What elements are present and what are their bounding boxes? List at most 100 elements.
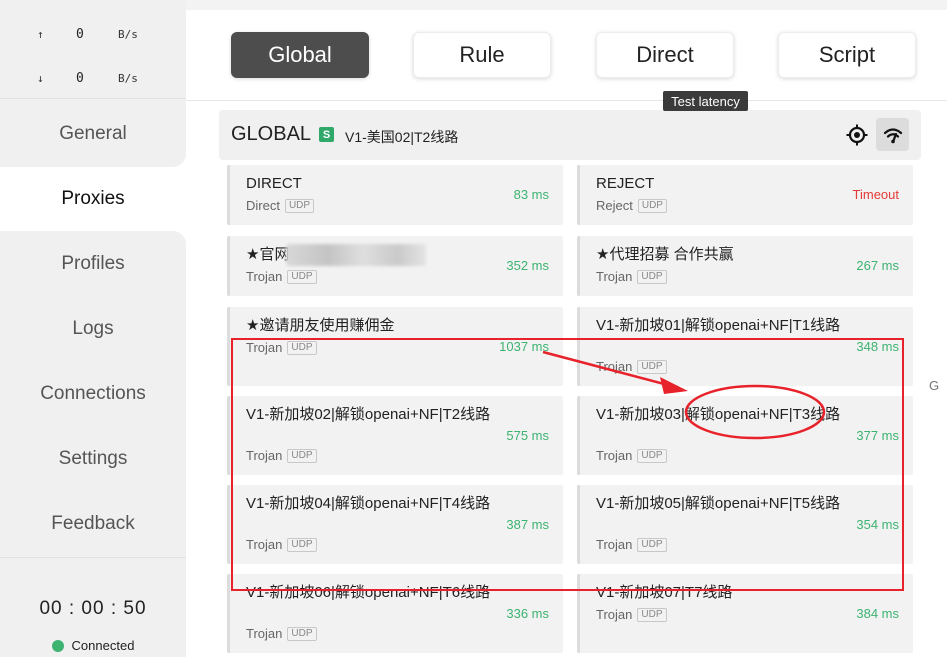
udp-badge: UDP xyxy=(637,359,667,374)
proxy-type: Direct xyxy=(246,198,280,213)
proxy-type: Trojan xyxy=(596,537,633,552)
udp-badge: UDP xyxy=(287,340,317,355)
proxy-type-row: Reject UDP xyxy=(596,198,667,213)
sidebar-divider-bottom xyxy=(0,557,186,558)
proxy-card[interactable]: ★官网 Trojan UDP 352 ms xyxy=(227,236,563,296)
proxy-card[interactable]: V1-新加坡04|解锁openai+NF|T4线路 Trojan UDP 387 ms xyxy=(227,485,563,564)
upload-speed-row: ↑ 0 B/s xyxy=(0,20,186,48)
proxy-latency[interactable]: 352 ms xyxy=(506,258,549,273)
clash-window: ↑ 0 B/s ↓ 0 B/s General Proxies Profiles… xyxy=(0,0,947,657)
proxy-card[interactable]: REJECT Reject UDP Timeout xyxy=(577,165,913,225)
proxy-card[interactable]: V1-新加坡06|解锁openai+NF|T6线路 Trojan UDP 336 ms xyxy=(227,574,563,653)
download-value: 0 xyxy=(76,70,84,86)
proxy-latency[interactable]: 267 ms xyxy=(856,258,899,273)
proxy-type-row: Trojan UDP xyxy=(246,537,317,552)
proxy-name: REJECT xyxy=(596,175,655,192)
sidebar-divider xyxy=(0,98,186,99)
proxy-type: Trojan xyxy=(596,448,633,463)
proxy-card[interactable]: ★邀请朋友使用赚佣金 Trojan UDP 1037 ms xyxy=(227,307,563,386)
proxy-card[interactable]: DIRECT Direct UDP 83 ms xyxy=(227,165,563,225)
proxy-name: V1-新加坡04|解锁openai+NF|T4线路 xyxy=(246,495,491,512)
proxy-type: Trojan xyxy=(596,269,633,284)
group-type-badge: S xyxy=(319,127,334,142)
mode-direct-button[interactable]: Direct xyxy=(596,32,734,78)
download-unit: B/s xyxy=(118,71,138,85)
connection-status: Connected xyxy=(0,638,186,653)
mode-script-button[interactable]: Script xyxy=(778,32,916,78)
proxy-latency[interactable]: Timeout xyxy=(853,187,899,202)
proxy-latency[interactable]: 575 ms xyxy=(506,428,549,443)
proxy-group-header[interactable]: GLOBAL S V1-美国02|T2线路 xyxy=(219,110,921,160)
group-title: GLOBAL xyxy=(231,123,312,145)
proxy-latency[interactable]: 336 ms xyxy=(506,606,549,621)
proxy-name: ★邀请朋友使用赚佣金 xyxy=(246,317,395,334)
udp-badge: UDP xyxy=(287,269,317,284)
sidebar: ↑ 0 B/s ↓ 0 B/s General Proxies Profiles… xyxy=(0,0,186,657)
upload-unit: B/s xyxy=(118,27,138,41)
wifi-speed-icon xyxy=(883,127,902,143)
proxy-type-row: Trojan UDP xyxy=(596,359,667,374)
udp-badge: UDP xyxy=(637,198,667,213)
sidebar-item-settings[interactable]: Settings xyxy=(0,427,186,491)
udp-badge: UDP xyxy=(287,626,317,641)
proxy-name: ★代理招募 合作共赢 xyxy=(596,246,734,263)
proxy-card[interactable]: ★代理招募 合作共赢 Trojan UDP 267 ms xyxy=(577,236,913,296)
udp-badge: UDP xyxy=(287,537,317,552)
proxy-card[interactable]: V1-新加坡05|解锁openai+NF|T5线路 Trojan UDP 354 ms xyxy=(577,485,913,564)
proxy-type: Reject xyxy=(596,198,633,213)
status-dot-icon xyxy=(51,639,64,652)
proxy-latency[interactable]: 348 ms xyxy=(856,339,899,354)
proxy-latency[interactable]: 83 ms xyxy=(514,187,549,202)
proxy-card[interactable]: V1-新加坡03|解锁openai+NF|T3线路 Trojan UDP 377 ms xyxy=(577,396,913,475)
sidebar-item-profiles[interactable]: Profiles xyxy=(0,232,186,296)
proxy-name: V1-新加坡02|解锁openai+NF|T2线路 xyxy=(246,406,491,423)
proxy-latency[interactable]: 387 ms xyxy=(506,517,549,532)
sidebar-item-logs[interactable]: Logs xyxy=(0,297,186,361)
proxy-latency[interactable]: 377 ms xyxy=(856,428,899,443)
proxies-panel: Global Rule Direct Script GLOBAL S V1-美国… xyxy=(186,0,947,657)
proxy-type: Trojan xyxy=(246,269,283,284)
udp-badge: UDP xyxy=(637,537,667,552)
proxy-name: V1-新加坡07|T7线路 xyxy=(596,584,733,601)
proxy-latency[interactable]: 384 ms xyxy=(856,606,899,621)
test-latency-tooltip: Test latency xyxy=(663,91,748,111)
udp-badge: UDP xyxy=(284,198,315,213)
udp-badge: UDP xyxy=(637,607,667,622)
uptime-timer: 00 : 00 : 50 xyxy=(39,598,147,619)
udp-badge: UDP xyxy=(287,448,317,463)
sidebar-item-general[interactable]: General xyxy=(0,102,186,166)
proxy-card[interactable]: V1-新加坡01|解锁openai+NF|T1线路 Trojan UDP 348 ms xyxy=(577,307,913,386)
mode-global-button[interactable]: Global xyxy=(231,32,369,78)
proxy-card[interactable]: V1-新加坡07|T7线路 Trojan UDP 384 ms xyxy=(577,574,913,653)
proxy-name: V1-新加坡06|解锁openai+NF|T6线路 xyxy=(246,584,491,601)
proxy-type-row: Direct UDP xyxy=(246,198,315,213)
test-latency-button[interactable] xyxy=(876,118,909,151)
sidebar-item-feedback[interactable]: Feedback xyxy=(0,492,186,556)
upload-value: 0 xyxy=(76,26,84,42)
proxy-type: Trojan xyxy=(246,448,283,463)
proxy-type: Trojan xyxy=(246,537,283,552)
group-selected-proxy: V1-美国02|T2线路 xyxy=(345,129,459,145)
window-top-strip xyxy=(186,0,947,10)
proxy-type-row: Trojan UDP xyxy=(246,626,317,641)
proxy-type: Trojan xyxy=(246,340,283,355)
proxy-type: Trojan xyxy=(596,607,633,622)
proxy-latency[interactable]: 1037 ms xyxy=(499,339,549,354)
proxy-card[interactable]: V1-新加坡02|解锁openai+NF|T2线路 Trojan UDP 575 ms xyxy=(227,396,563,475)
download-arrow-icon: ↓ xyxy=(37,71,44,85)
sidebar-item-connections[interactable]: Connections xyxy=(0,362,186,426)
proxy-type-row: Trojan UDP xyxy=(596,269,667,284)
edge-text: G xyxy=(929,378,940,393)
crosshair-icon[interactable] xyxy=(846,124,868,146)
proxy-type: Trojan xyxy=(246,626,283,641)
proxy-name: DIRECT xyxy=(246,175,302,192)
proxy-latency[interactable]: 354 ms xyxy=(856,517,899,532)
udp-badge: UDP xyxy=(637,448,667,463)
proxy-type-row: Trojan UDP xyxy=(246,448,317,463)
mode-rule-button[interactable]: Rule xyxy=(413,32,551,78)
proxy-type-row: Trojan UDP xyxy=(596,537,667,552)
mode-divider xyxy=(186,100,947,101)
sidebar-item-proxies[interactable]: Proxies xyxy=(0,153,186,245)
proxy-name: V1-新加坡01|解锁openai+NF|T1线路 xyxy=(596,317,841,334)
connection-status-label: Connected xyxy=(71,638,135,653)
